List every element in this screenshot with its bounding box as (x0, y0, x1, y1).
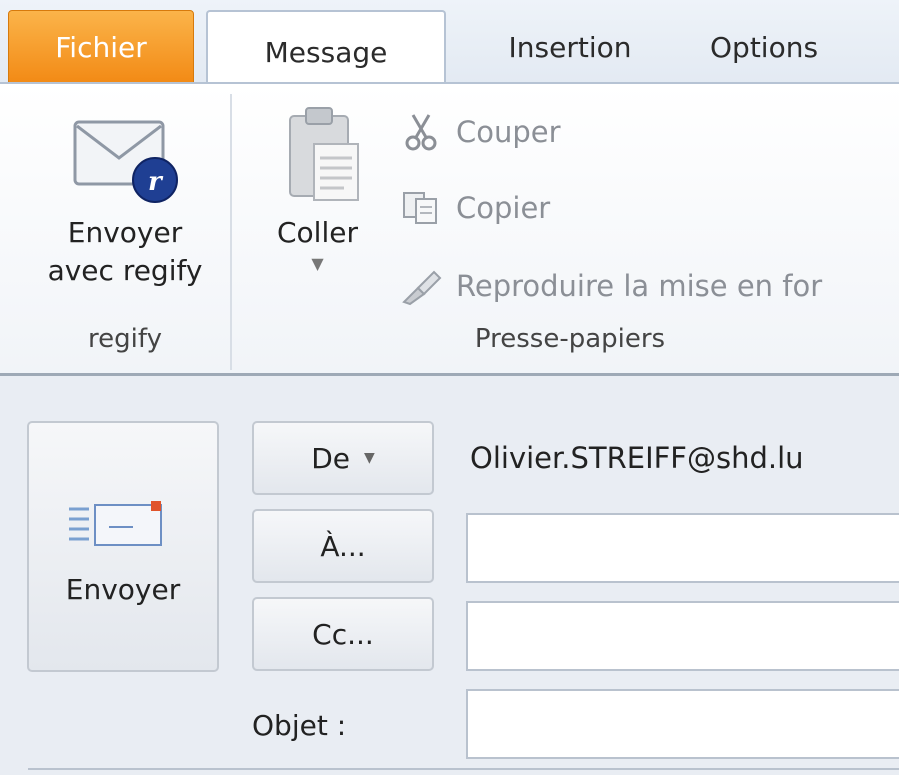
copy-label: Copier (456, 191, 551, 225)
send-button[interactable]: Envoyer (27, 421, 219, 672)
copy-icon (400, 188, 442, 228)
cc-button[interactable]: Cc... (252, 597, 434, 671)
to-field[interactable] (466, 513, 899, 583)
from-button[interactable]: De ▼ (252, 421, 434, 495)
ribbon-panel: r Envoyer avec regify regify Coller ▼ Co… (0, 82, 899, 376)
scissors-icon (400, 112, 442, 152)
subject-field[interactable] (466, 689, 899, 759)
cc-label: Cc... (312, 617, 374, 651)
send-with-regify-button[interactable]: r Envoyer avec regify (30, 108, 220, 290)
body-top-border (28, 768, 899, 770)
compose-header: Envoyer De ▼ Olivier.STREIFF@shd.lu À...… (0, 376, 899, 775)
cc-field[interactable] (466, 601, 899, 671)
format-painter-label: Reproduire la mise en for (456, 269, 823, 303)
chevron-down-icon: ▼ (364, 450, 375, 466)
paintbrush-icon (400, 266, 442, 306)
format-painter-button[interactable]: Reproduire la mise en for (400, 264, 822, 308)
cut-button[interactable]: Couper (400, 110, 561, 154)
send-with-regify-label-1: Envoyer (67, 216, 183, 249)
send-with-regify-label-2: avec regify (47, 254, 203, 287)
copy-button[interactable]: Copier (400, 186, 550, 230)
paste-button[interactable]: Coller ▼ (250, 102, 385, 276)
chevron-down-icon: ▼ (311, 254, 324, 273)
svg-text:r: r (148, 167, 164, 197)
group-label-clipboard: Presse-papiers (474, 324, 666, 354)
regify-envelope-icon: r (73, 120, 178, 203)
group-separator (230, 94, 232, 370)
group-label-regify: regify (88, 324, 162, 354)
tab-insertion[interactable]: Insertion (470, 10, 670, 84)
paste-label: Coller (277, 216, 358, 249)
ribbon-tab-strip: Fichier Message Insertion Options (0, 0, 899, 92)
from-label: De (311, 441, 350, 475)
to-label: À... (320, 529, 366, 563)
tab-file[interactable]: Fichier (8, 10, 194, 84)
clipboard-icon (288, 107, 359, 201)
send-envelope-icon (69, 501, 162, 546)
to-button[interactable]: À... (252, 509, 434, 583)
subject-label: Objet : (252, 709, 347, 742)
cut-label: Couper (456, 115, 561, 149)
tab-message[interactable]: Message (206, 10, 446, 92)
send-label: Envoyer (65, 573, 181, 606)
from-address: Olivier.STREIFF@shd.lu (470, 441, 804, 475)
tab-options[interactable]: Options (710, 10, 899, 84)
